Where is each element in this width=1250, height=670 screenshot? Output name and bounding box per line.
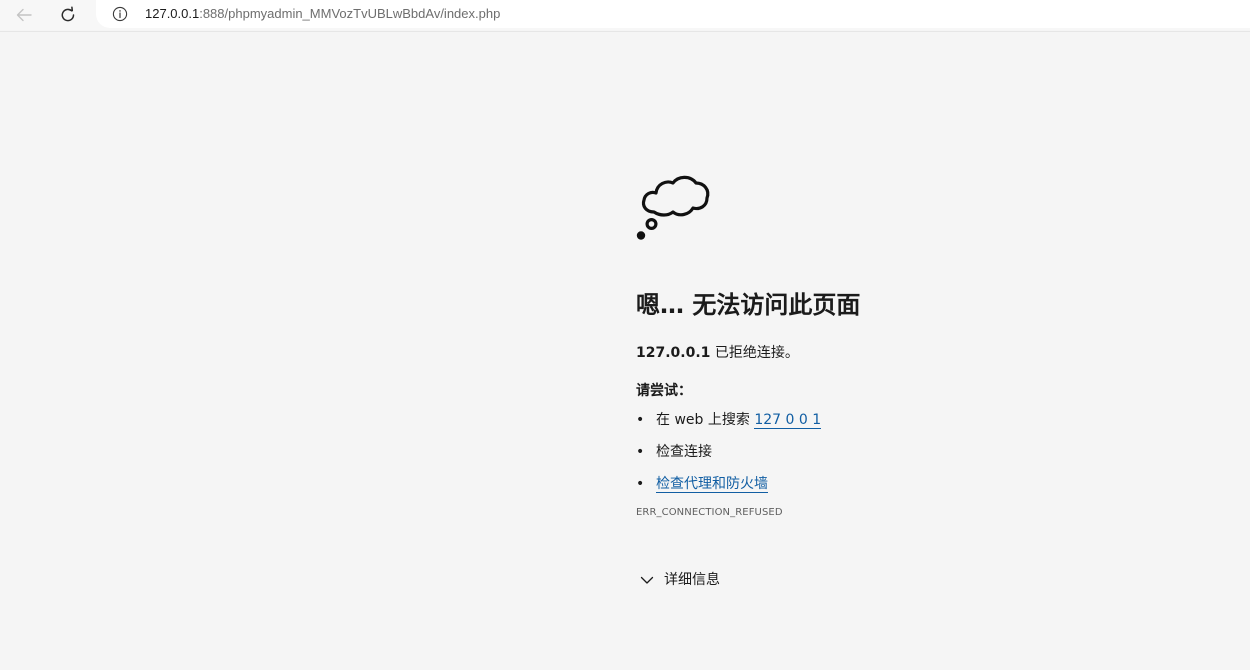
error-page-content: 嗯… 无法访问此页面 127.0.0.1 已拒绝连接。 请尝试： • 在 web… [636,166,1196,590]
url-path: :888/phpmyadmin_MMVozTvUBLwBbdAv/index.p… [199,6,501,21]
suggestion-check-connection-text: 检查连接 [656,444,712,460]
address-bar[interactable]: 127.0.0.1:888/phpmyadmin_MMVozTvUBLwBbdA… [96,0,1250,28]
suggestion-check-connection: • 检查连接 [636,442,1196,462]
details-label: 详细信息 [664,572,720,588]
browser-toolbar: 127.0.0.1:888/phpmyadmin_MMVozTvUBLwBbdA… [0,0,1250,30]
info-icon[interactable] [112,6,128,22]
chevron-down-icon [640,576,654,584]
suggestion-proxy-firewall: • 检查代理和防火墙 [636,474,1196,494]
back-arrow-icon [16,8,32,22]
suggestion-search: • 在 web 上搜索 127 0 0 1 [636,410,1196,430]
error-host: 127.0.0.1 [636,345,711,361]
error-code: ERR_CONNECTION_REFUSED [636,507,783,518]
url-host: 127.0.0.1 [145,6,200,21]
search-web-link[interactable]: 127 0 0 1 [754,412,822,429]
bullet: • [636,444,645,460]
bullet: • [636,476,645,492]
reload-icon [61,6,75,22]
url-text[interactable]: 127.0.0.1:888/phpmyadmin_MMVozTvUBLwBbdA… [145,6,500,22]
error-message: 127.0.0.1 已拒绝连接。 [636,343,1196,363]
toolbar-divider [0,31,1250,32]
bullet: • [636,412,645,428]
error-title: 嗯… 无法访问此页面 [636,291,861,319]
back-button[interactable] [11,2,37,28]
details-button[interactable]: 详细信息 [640,570,1196,590]
check-proxy-firewall-link[interactable]: 检查代理和防火墙 [656,476,768,493]
reload-button[interactable] [55,2,81,28]
suggestion-list: • 在 web 上搜索 127 0 0 1 • 检查连接 • 检查代理和防火墙 [636,410,1196,494]
try-label: 请尝试： [636,383,692,399]
thought-cloud-icon [636,175,710,240]
suggestion-search-text: 在 web 上搜索 [656,412,755,428]
error-message-text: 已拒绝连接。 [710,345,799,361]
